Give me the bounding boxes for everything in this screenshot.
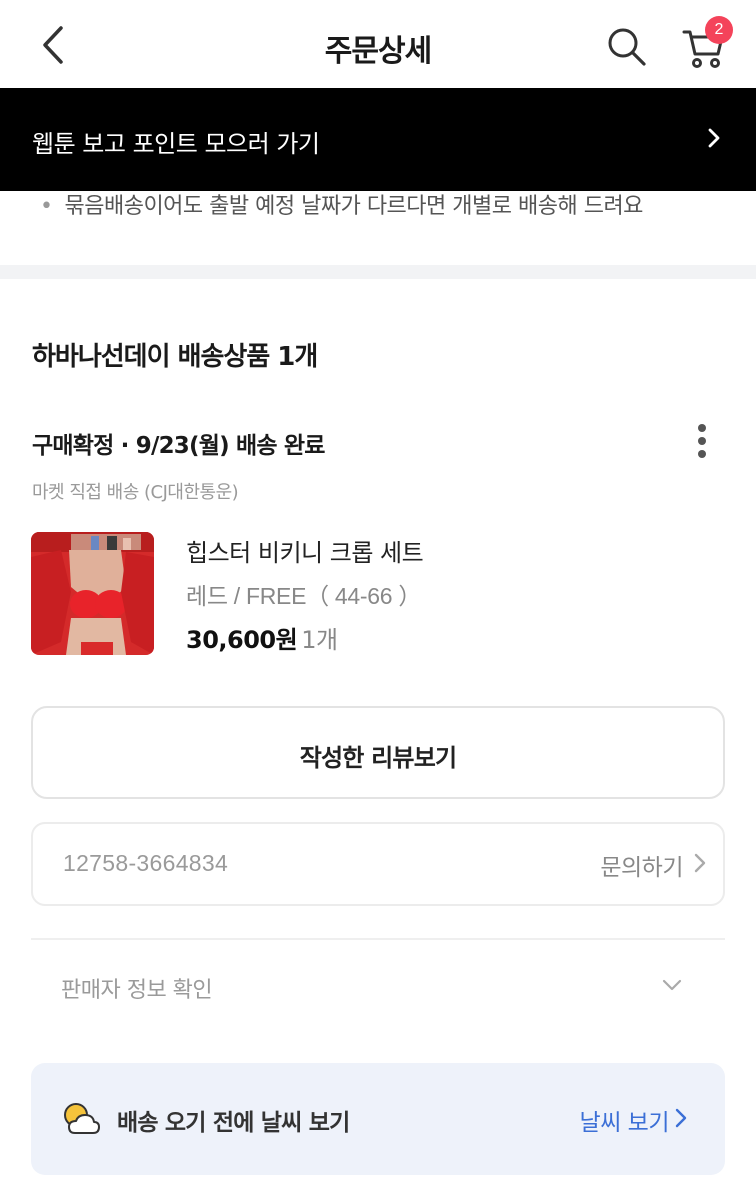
webtoon-points-banner[interactable]: 웹툰 보고 포인트 모으러 가기 <box>0 88 756 191</box>
weather-link[interactable]: 날씨 보기 <box>580 1103 670 1137</box>
more-vertical-icon <box>698 424 706 432</box>
chevron-right-icon[interactable] <box>693 852 707 874</box>
shipment-title: 하바나선데이 배송상품 1개 <box>32 342 318 372</box>
product-image[interactable] <box>31 532 154 655</box>
weather-text: 배송 오기 전에 날씨 보기 <box>117 1110 350 1136</box>
seller-info-toggle[interactable]: 판매자 정보 확인 <box>31 952 725 1018</box>
weather-card[interactable]: 배송 오기 전에 날씨 보기 날씨 보기 <box>31 1063 725 1175</box>
view-review-label: 작성한 리뷰보기 <box>299 744 457 772</box>
delivery-status: 구매확정 · 9/23(월) 배송 완료 <box>32 433 325 459</box>
seller-info-label: 판매자 정보 확인 <box>61 978 213 1003</box>
top-app-bar: 주문상세 2 <box>0 0 756 88</box>
section-divider <box>0 265 756 279</box>
price-row: 30,600원 1개 <box>186 620 338 655</box>
product-price: 30,600원 <box>186 626 298 654</box>
cart-count-badge: 2 <box>705 16 733 44</box>
divider <box>31 938 725 940</box>
bundle-shipping-notice: • 묶음배송이어도 출발 예정 날짜가 다르다면 개별로 배송해 드려요 <box>40 188 643 220</box>
banner-text: 웹툰 보고 포인트 모으러 가기 <box>32 130 320 158</box>
product-option: 레드 / FREE（ 44-66 ） <box>186 583 422 609</box>
notice-text: 묶음배송이어도 출발 예정 날짜가 다르다면 개별로 배송해 드려요 <box>64 194 643 219</box>
weather-icon <box>64 1103 100 1134</box>
search-button[interactable] <box>604 24 648 68</box>
delivery-method: 마켓 직접 배송 (CJ대한통운) <box>32 482 239 503</box>
inquiry-link[interactable]: 문의하기 <box>600 848 683 882</box>
order-number: 12758-3664834 <box>63 850 229 876</box>
chevron-right-icon[interactable] <box>675 1108 687 1128</box>
order-number-box: 12758-3664834 문의하기 <box>31 822 725 906</box>
chevron-right-icon <box>708 128 720 148</box>
more-options-button[interactable] <box>690 422 714 462</box>
product-photo <box>31 532 154 655</box>
notice-bullet: • <box>40 194 53 219</box>
search-icon <box>608 28 646 66</box>
product-quantity: 1개 <box>301 626 338 654</box>
product-name[interactable]: 힙스터 비키니 크롭 세트 <box>186 533 424 568</box>
chevron-down-icon <box>662 979 682 991</box>
view-review-button[interactable]: 작성한 리뷰보기 <box>31 706 725 799</box>
